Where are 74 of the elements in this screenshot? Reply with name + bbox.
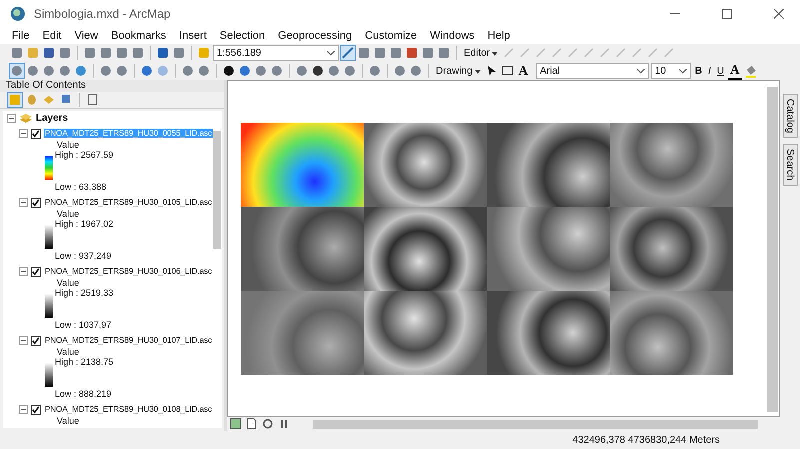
scrollbar-thumb[interactable] — [213, 131, 221, 249]
panel-title: Table Of Contents — [6, 80, 86, 91]
scale-dropdown[interactable]: 1:556.189 — [213, 45, 339, 61]
color-ramp-swatch — [45, 225, 53, 249]
data-view-icon[interactable] — [229, 417, 243, 431]
layer-checkbox[interactable] — [31, 336, 41, 346]
font-size-dropdown[interactable]: 10 — [651, 63, 692, 79]
caret-icon — [637, 68, 646, 74]
legend-low-value: Low : 888,219 — [55, 389, 113, 399]
legend-high-value: High : 2138,75 — [55, 357, 114, 367]
collapse-toggle[interactable] — [19, 336, 28, 345]
layer-name[interactable]: PNOA_MDT25_ETRS89_HU30_0106_LID.asc — [44, 267, 214, 276]
collapse-toggle[interactable] — [19, 198, 28, 207]
legend-high-value: High : 2519,33 — [55, 288, 114, 298]
data-frame-label[interactable]: Layers — [36, 113, 68, 124]
menu-item[interactable]: Windows — [430, 30, 475, 42]
new-text-button[interactable]: A — [516, 63, 530, 79]
window-title: Simbologia.mxd - ArcMap — [34, 7, 171, 21]
underline-button[interactable]: U — [715, 66, 726, 76]
close-icon[interactable] — [774, 9, 784, 19]
legend-heading: Value — [57, 416, 80, 426]
fill-bucket-icon[interactable] — [744, 64, 758, 78]
layer-checkbox[interactable] — [31, 404, 41, 414]
italic-button[interactable]: I — [706, 66, 714, 76]
menu-item[interactable]: File — [12, 30, 30, 42]
editor-menu[interactable]: Editor — [462, 48, 500, 58]
legend-high-value: High : 2567,59 — [55, 150, 114, 160]
color-ramp-swatch — [45, 294, 53, 318]
globe-app-icon — [10, 6, 26, 22]
map-canvas[interactable] — [227, 80, 780, 417]
legend-heading: Value — [57, 347, 80, 357]
menu-item[interactable]: View — [74, 30, 98, 42]
layer-checkbox[interactable] — [31, 266, 41, 276]
legend-low-value: Low : 63,388 — [55, 182, 108, 192]
menu-item[interactable]: Edit — [42, 30, 62, 42]
collapse-toggle[interactable] — [7, 114, 16, 123]
caret-icon — [327, 50, 335, 56]
caret-icon — [474, 70, 481, 74]
menu-item[interactable]: Insert — [179, 30, 207, 42]
layers-stack-icon — [19, 112, 33, 126]
font-dropdown[interactable]: Arial — [536, 63, 650, 79]
legend-low-value: Low : 1037,97 — [55, 320, 113, 330]
menu-item[interactable]: Selection — [220, 30, 266, 42]
collapse-toggle[interactable] — [19, 129, 28, 138]
legend-heading: Value — [57, 278, 80, 288]
rectangle-icon[interactable] — [500, 64, 515, 78]
collapse-toggle[interactable] — [19, 405, 28, 414]
legend-high-value: High : 1967,02 — [55, 219, 114, 229]
menu-item[interactable]: Help — [488, 30, 510, 42]
horizontal-scrollbar[interactable] — [313, 420, 758, 428]
legend-low-value: Low : 937,249 — [55, 251, 113, 261]
layer-name[interactable]: PNOA_MDT25_ETRS89_HU30_0108_LID.asc — [44, 405, 214, 414]
caret-icon — [679, 68, 688, 74]
dock-tab[interactable]: Catalog — [782, 94, 798, 138]
collapse-toggle[interactable] — [19, 267, 28, 276]
bold-button[interactable]: B — [693, 66, 704, 76]
layer-checkbox[interactable] — [31, 128, 41, 138]
coordinates-readout: 432496,378 4736830,244 Meters — [572, 434, 720, 446]
maximize-icon[interactable] — [722, 9, 732, 19]
menu-item[interactable]: Bookmarks — [111, 30, 166, 42]
vertical-scrollbar[interactable] — [767, 87, 778, 412]
legend-heading: Value — [57, 209, 80, 219]
menu-item[interactable]: Geoprocessing — [278, 30, 352, 42]
editor-pencil-icon[interactable] — [341, 46, 355, 60]
color-ramp-swatch — [45, 363, 53, 387]
layer-name[interactable]: PNOA_MDT25_ETRS89_HU30_0107_LID.asc — [44, 336, 214, 345]
menu-item[interactable]: Customize — [365, 30, 418, 42]
layer-checkbox[interactable] — [31, 198, 41, 208]
caret-icon — [492, 52, 498, 56]
drawing-menu[interactable]: Drawing — [434, 66, 483, 76]
layer-name[interactable]: PNOA_MDT25_ETRS89_HU30_0105_LID.asc — [44, 198, 214, 207]
color-ramp-swatch — [45, 156, 53, 180]
dock-tab[interactable]: Search — [782, 144, 798, 186]
legend-heading: Value — [57, 140, 80, 150]
